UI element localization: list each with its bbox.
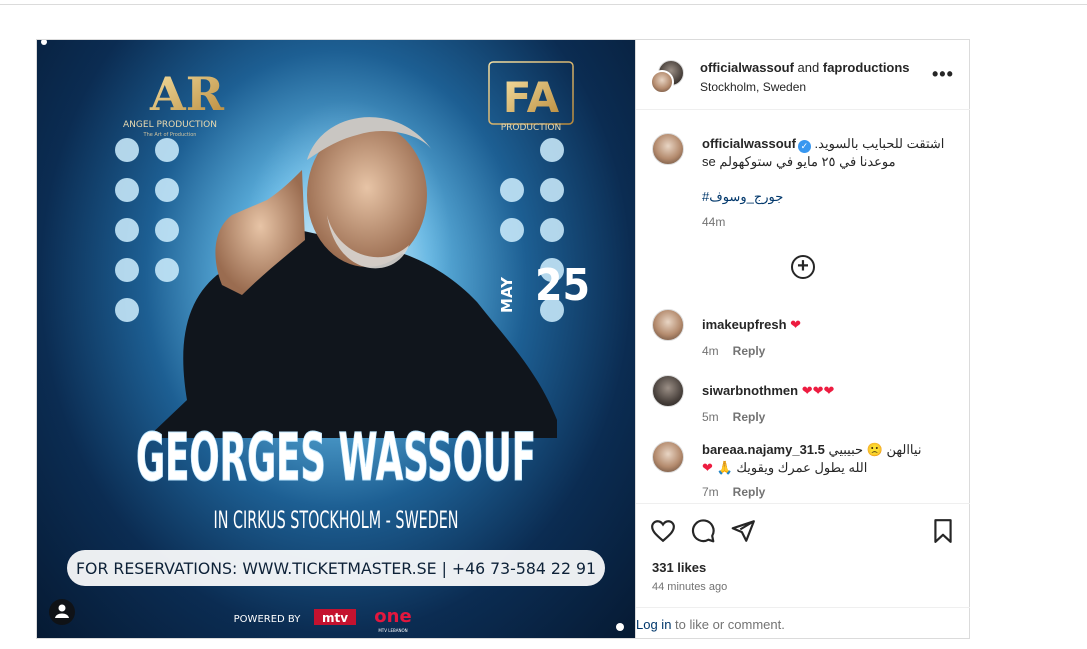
svg-text:FA: FA [503,73,560,122]
commenter-avatar[interactable] [652,441,684,473]
comment-username[interactable]: siwarbnothmen [702,383,798,398]
reply-button[interactable]: Reply [733,485,766,499]
share-send-icon[interactable] [730,518,756,544]
post-time[interactable]: 44 minutes ago [652,581,727,593]
reply-button[interactable]: Reply [733,410,766,424]
post-image[interactable]: AR ANGEL PRODUCTION The Art of Productio… [37,40,635,638]
owner-username[interactable]: officialwassouf [700,60,794,75]
comment-username[interactable]: imakeupfresh [702,317,787,332]
caption-time[interactable]: 44m [702,215,725,229]
post-location[interactable]: Stockholm, Sweden [700,80,806,94]
post-side-panel: officialwassouf and faproductions Stockh… [635,40,970,638]
svg-text:PRODUCTION: PRODUCTION [501,123,562,133]
likes-count[interactable]: 331 likes [652,560,706,575]
collaborator-username[interactable]: faproductions [823,60,910,75]
venue-text: IN CIRKUS STOCKHOLM - SWEDEN [214,506,459,534]
tagged-users-icon [49,599,75,625]
comment-icon[interactable] [690,518,716,544]
caption-line-1: اشتقت للحبايب بالسويد. [814,136,945,151]
svg-text:AR: AR [149,67,225,121]
corner-dot-top [41,40,47,45]
post-header: officialwassouf and faproductions Stockh… [636,40,970,110]
date-month: MAY [498,276,516,313]
caption-hashtag[interactable]: #جورج_وسوف [702,189,783,205]
top-divider [0,4,1087,5]
login-link[interactable]: Log in [636,617,671,632]
owner-avatar[interactable] [650,70,674,94]
reply-button[interactable]: Reply [733,344,766,358]
svg-text:The Art of Production: The Art of Production [143,132,197,138]
svg-text:ANGEL PRODUCTION: ANGEL PRODUCTION [123,120,217,130]
comment-text: ❤❤❤ [801,383,835,398]
login-prompt-text: to like or comment. [671,617,785,632]
fa-production-logo: FA PRODUCTION [488,61,574,133]
caption-username[interactable]: officialwassouf [702,136,796,151]
like-heart-icon[interactable] [650,518,676,544]
commenter-avatar[interactable] [652,309,684,341]
comment-text-line-2: الله يطول عمرك ويقويك 🙏 [716,460,868,475]
comment-time[interactable]: 4m [702,344,719,358]
comment-time[interactable]: 5m [702,410,719,424]
reservation-text: FOR RESERVATIONS: WWW.TICKETMASTER.SE | … [76,559,596,578]
mtv-logo: mtv [322,611,348,625]
powered-by-label: POWERED BY [234,614,302,625]
caption-line-2: موعدنا في ٢٥ مايو في ستوكهولم se [702,154,896,169]
login-prompt: Log in to like or comment. [636,607,970,638]
post-actions: 331 likes 44 minutes ago [636,503,970,607]
comment-text: ❤ [790,317,802,332]
comments-section[interactable]: officialwassouf ✓ اشتقت للحبايب بالسويد. … [636,111,970,503]
commenter-avatar[interactable] [652,375,684,407]
angel-production-logo: AR ANGEL PRODUCTION The Art of Productio… [123,67,225,138]
poster-artwork: AR ANGEL PRODUCTION The Art of Productio… [41,40,624,633]
more-options-icon[interactable]: ••• [932,64,954,85]
comment-time[interactable]: 7m [702,485,719,499]
one-logo: one [374,606,411,627]
caption-avatar[interactable] [652,133,684,165]
save-bookmark-icon[interactable] [930,518,956,544]
date-day: 25 [535,260,590,311]
one-logo-sub: MTV LEBANON [378,628,407,633]
comment-emoji: ❤ [702,460,713,475]
load-more-comments-icon[interactable]: + [791,255,815,279]
corner-dot [616,623,624,631]
authors-joiner: and [797,60,820,75]
artist-name: GEORGES WASSOUF [136,419,536,496]
verified-badge-icon: ✓ [797,140,811,153]
comment-text: نياالهن 🙁 حبيبيي [828,442,922,457]
comment-username[interactable]: bareaa.najamy_31.5 [702,442,825,457]
caption: officialwassouf ✓ اشتقت للحبايب بالسويد. … [702,135,954,171]
post-authors: officialwassouf and faproductions [700,60,910,75]
instagram-post: AR ANGEL PRODUCTION The Art of Productio… [36,39,970,639]
